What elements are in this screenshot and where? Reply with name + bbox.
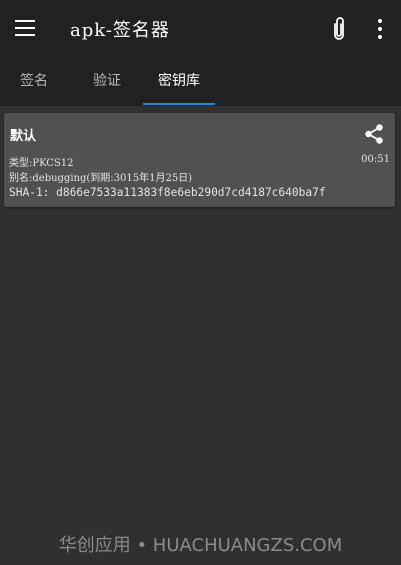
more-icon-dot xyxy=(378,35,382,39)
paperclip-icon[interactable] xyxy=(328,15,350,43)
app-bar: apk-签名器 签名 验证 密钥库 xyxy=(0,0,401,106)
watermark-text: 华创应用 • HUACHUANGZS.COM xyxy=(58,535,343,556)
keystore-time: 00:51 xyxy=(361,154,390,165)
tab-sign[interactable]: 签名 xyxy=(0,56,68,106)
more-icon-dot xyxy=(378,19,382,23)
toolbar: apk-签名器 xyxy=(0,0,401,56)
keystore-card[interactable]: 默认 类型:PKCS12 00:51 别名:debugging(到期:3015年… xyxy=(4,113,395,207)
menu-icon-bar xyxy=(15,20,35,22)
tab-keystore[interactable]: 密钥库 xyxy=(143,56,215,106)
more-icon-dot xyxy=(378,27,382,31)
keystore-sha1: SHA-1: d866e7533a11383f8e6eb290d7cd4187c… xyxy=(9,186,326,199)
keystore-name: 默认 xyxy=(10,129,37,144)
keystore-alias: 别名:debugging(到期:3015年1月25日) xyxy=(9,173,193,184)
app-title: apk-签名器 xyxy=(70,20,170,41)
tab-verify[interactable]: 验证 xyxy=(71,56,143,106)
more-vert-icon[interactable] xyxy=(368,16,392,42)
menu-icon-bar xyxy=(15,34,35,36)
menu-icon[interactable] xyxy=(14,17,36,39)
share-icon[interactable] xyxy=(363,123,385,145)
menu-icon-bar xyxy=(15,27,35,29)
tab-indicator xyxy=(143,103,215,105)
keystore-type: 类型:PKCS12 xyxy=(9,158,74,169)
